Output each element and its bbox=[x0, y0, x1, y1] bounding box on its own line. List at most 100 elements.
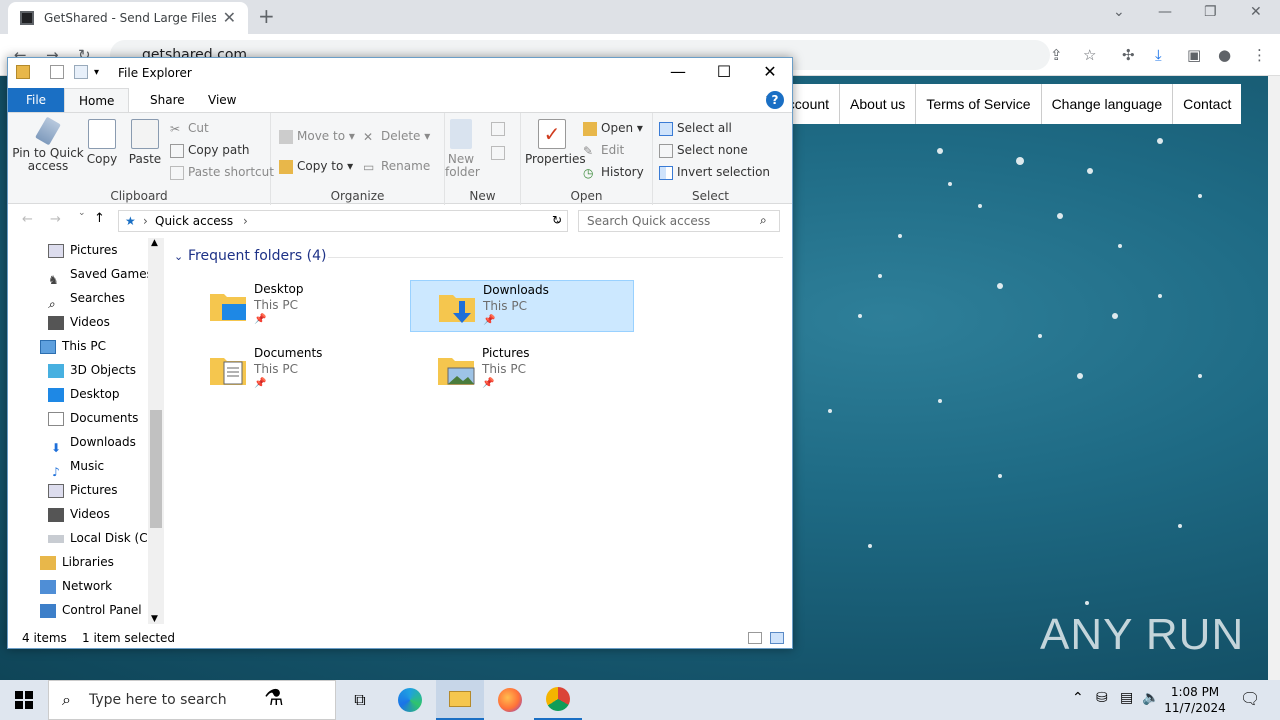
nav-this-pc[interactable]: This PC bbox=[40, 334, 106, 358]
share-icon[interactable]: ⇪ bbox=[1050, 46, 1063, 64]
close-window-button[interactable]: ✕ bbox=[1250, 4, 1262, 20]
nav-link-about[interactable]: About us bbox=[839, 84, 915, 124]
nav-pictures-pc[interactable]: Pictures bbox=[48, 478, 118, 502]
ethernet-icon[interactable]: ▤ bbox=[1120, 690, 1133, 706]
tab-view[interactable]: View bbox=[194, 88, 250, 112]
nav-3d-objects[interactable]: 3D Objects bbox=[48, 358, 136, 382]
select-all-button[interactable]: Select all bbox=[659, 121, 732, 136]
edit-button[interactable]: ✎ Edit bbox=[583, 143, 624, 158]
browser-tab[interactable]: GetShared - Send Large Files and ✕ bbox=[8, 2, 248, 34]
close-button[interactable]: ✕ bbox=[750, 62, 790, 81]
system-clock[interactable]: 1:08 PM 11/7/2024 bbox=[1160, 684, 1230, 716]
bookmark-star-icon[interactable]: ☆ bbox=[1083, 46, 1096, 64]
tab-search-icon[interactable]: ⌄ bbox=[1113, 4, 1125, 20]
new-folder-button[interactable]: New folder bbox=[445, 119, 480, 179]
start-button[interactable] bbox=[0, 680, 48, 720]
path-quick-access[interactable]: Quick access bbox=[155, 214, 233, 228]
new-folder-qat-icon[interactable] bbox=[74, 65, 88, 79]
task-view-button[interactable]: ⧉ bbox=[336, 680, 384, 720]
edge-button[interactable] bbox=[386, 680, 434, 720]
maximize-button[interactable]: ☐ bbox=[704, 62, 744, 81]
delete-button[interactable]: ✕ Delete ▾ bbox=[363, 129, 430, 144]
recent-locations-icon[interactable]: ⌄ bbox=[78, 208, 86, 218]
side-panel-icon[interactable]: ▣ bbox=[1187, 46, 1201, 64]
open-button[interactable]: Open ▾ bbox=[583, 121, 643, 136]
firefox-button[interactable] bbox=[486, 680, 534, 720]
selected-count: 1 item selected bbox=[82, 631, 176, 645]
move-to-button[interactable]: Move to ▾ bbox=[279, 129, 355, 144]
nav-link-terms[interactable]: Terms of Service bbox=[915, 84, 1040, 124]
folder-tile-documents[interactable]: Documents This PC 📌 bbox=[168, 344, 392, 396]
collapse-chevron-icon[interactable]: ⌄ bbox=[174, 250, 183, 263]
minimize-button[interactable]: — bbox=[1158, 4, 1172, 20]
search-quick-access-input[interactable]: Search Quick access bbox=[578, 210, 780, 232]
tab-home[interactable]: Home bbox=[64, 88, 130, 112]
extensions-icon[interactable]: ✣ bbox=[1122, 46, 1135, 64]
nav-libraries[interactable]: Libraries bbox=[40, 550, 114, 574]
nav-desktop[interactable]: Desktop bbox=[48, 382, 120, 406]
nav-control-panel[interactable]: Control Panel bbox=[40, 598, 142, 622]
page-scrollbar[interactable] bbox=[1268, 76, 1280, 680]
address-path[interactable]: ★ › Quick access › ⌄ bbox=[118, 210, 568, 232]
nav-documents[interactable]: Documents bbox=[48, 406, 138, 430]
file-explorer-taskbar-button[interactable] bbox=[436, 680, 484, 720]
forward-arrow-icon[interactable]: → bbox=[50, 212, 61, 227]
properties-button[interactable]: ✓ Properties bbox=[525, 119, 586, 166]
menu-kebab-icon[interactable]: ⋮ bbox=[1252, 46, 1267, 64]
minimize-button[interactable]: — bbox=[658, 62, 698, 81]
large-icons-view-icon[interactable] bbox=[770, 632, 784, 644]
paste-shortcut-button[interactable]: Paste shortcut bbox=[170, 165, 274, 180]
nav-searches[interactable]: ⌕ Searches bbox=[48, 286, 125, 311]
nav-music[interactable]: ♪ Music bbox=[48, 454, 104, 479]
chrome-button[interactable] bbox=[534, 680, 582, 720]
notifications-icon[interactable]: 🗨 bbox=[1240, 689, 1260, 708]
scroll-up-icon[interactable]: ▲ bbox=[151, 238, 158, 248]
nav-local-disk[interactable]: Local Disk (C:) bbox=[48, 526, 156, 550]
nav-network[interactable]: Network bbox=[40, 574, 112, 598]
paste-button[interactable]: Paste bbox=[128, 119, 162, 166]
invert-selection-button[interactable]: Invert selection bbox=[659, 165, 770, 180]
history-button[interactable]: ◷ History bbox=[583, 165, 644, 180]
nav-link-language[interactable]: Change language bbox=[1040, 84, 1173, 124]
restore-button[interactable]: ❐ bbox=[1204, 4, 1217, 20]
close-tab-icon[interactable]: ✕ bbox=[223, 8, 236, 27]
section-header[interactable]: Frequent folders (4) bbox=[188, 248, 327, 264]
refresh-icon[interactable]: ↻ bbox=[552, 213, 562, 227]
rename-button[interactable]: ▭ Rename bbox=[363, 159, 430, 174]
edge-icon bbox=[398, 688, 422, 712]
copy-to-button[interactable]: Copy to ▾ bbox=[279, 159, 353, 174]
folder-tile-downloads[interactable]: Downloads This PC 📌 bbox=[410, 280, 634, 332]
up-arrow-icon[interactable]: ↑ bbox=[94, 211, 105, 226]
nav-downloads[interactable]: ⬇ Downloads bbox=[48, 430, 136, 455]
scroll-down-icon[interactable]: ▼ bbox=[151, 614, 158, 624]
nav-videos[interactable]: Videos bbox=[48, 310, 110, 334]
volume-icon[interactable]: 🔈 bbox=[1142, 690, 1159, 706]
nav-saved-games[interactable]: ♞ Saved Games bbox=[48, 262, 153, 287]
help-icon[interactable]: ? bbox=[766, 91, 784, 109]
tab-share[interactable]: Share bbox=[136, 88, 199, 112]
folder-tile-desktop[interactable]: Desktop This PC 📌 bbox=[168, 280, 392, 332]
chevron-up-icon[interactable]: ⌃ bbox=[1072, 690, 1084, 706]
customize-qat-icon[interactable]: ▾ bbox=[94, 67, 108, 81]
download-icon[interactable]: ⤓ bbox=[1155, 46, 1162, 64]
easy-access-button[interactable] bbox=[491, 145, 509, 160]
nav-pictures[interactable]: Pictures bbox=[48, 238, 118, 262]
taskbar-search-box[interactable]: Type here to search bbox=[48, 680, 336, 720]
pin-quick-access-button[interactable]: Pin to Quick access bbox=[12, 116, 84, 173]
nav-scrollbar-thumb[interactable] bbox=[150, 410, 162, 528]
cut-button[interactable]: ✂ Cut bbox=[170, 121, 209, 136]
profile-avatar-icon[interactable]: ● bbox=[1218, 46, 1231, 64]
new-tab-button[interactable]: + bbox=[258, 4, 275, 28]
nav-videos-pc[interactable]: Videos bbox=[48, 502, 110, 526]
details-view-icon[interactable] bbox=[748, 632, 762, 644]
properties-qat-icon[interactable] bbox=[50, 65, 64, 79]
copy-button[interactable]: Copy bbox=[86, 119, 118, 166]
back-arrow-icon[interactable]: ← bbox=[22, 212, 33, 227]
network-status-icon[interactable]: ⛁ bbox=[1096, 690, 1108, 706]
nav-link-contact[interactable]: Contact bbox=[1172, 84, 1241, 124]
tab-file[interactable]: File bbox=[8, 88, 64, 112]
folder-tile-pictures[interactable]: Pictures This PC 📌 bbox=[396, 344, 620, 396]
new-item-button[interactable] bbox=[491, 121, 509, 136]
copy-path-button[interactable]: Copy path bbox=[170, 143, 250, 158]
select-none-button[interactable]: Select none bbox=[659, 143, 748, 158]
